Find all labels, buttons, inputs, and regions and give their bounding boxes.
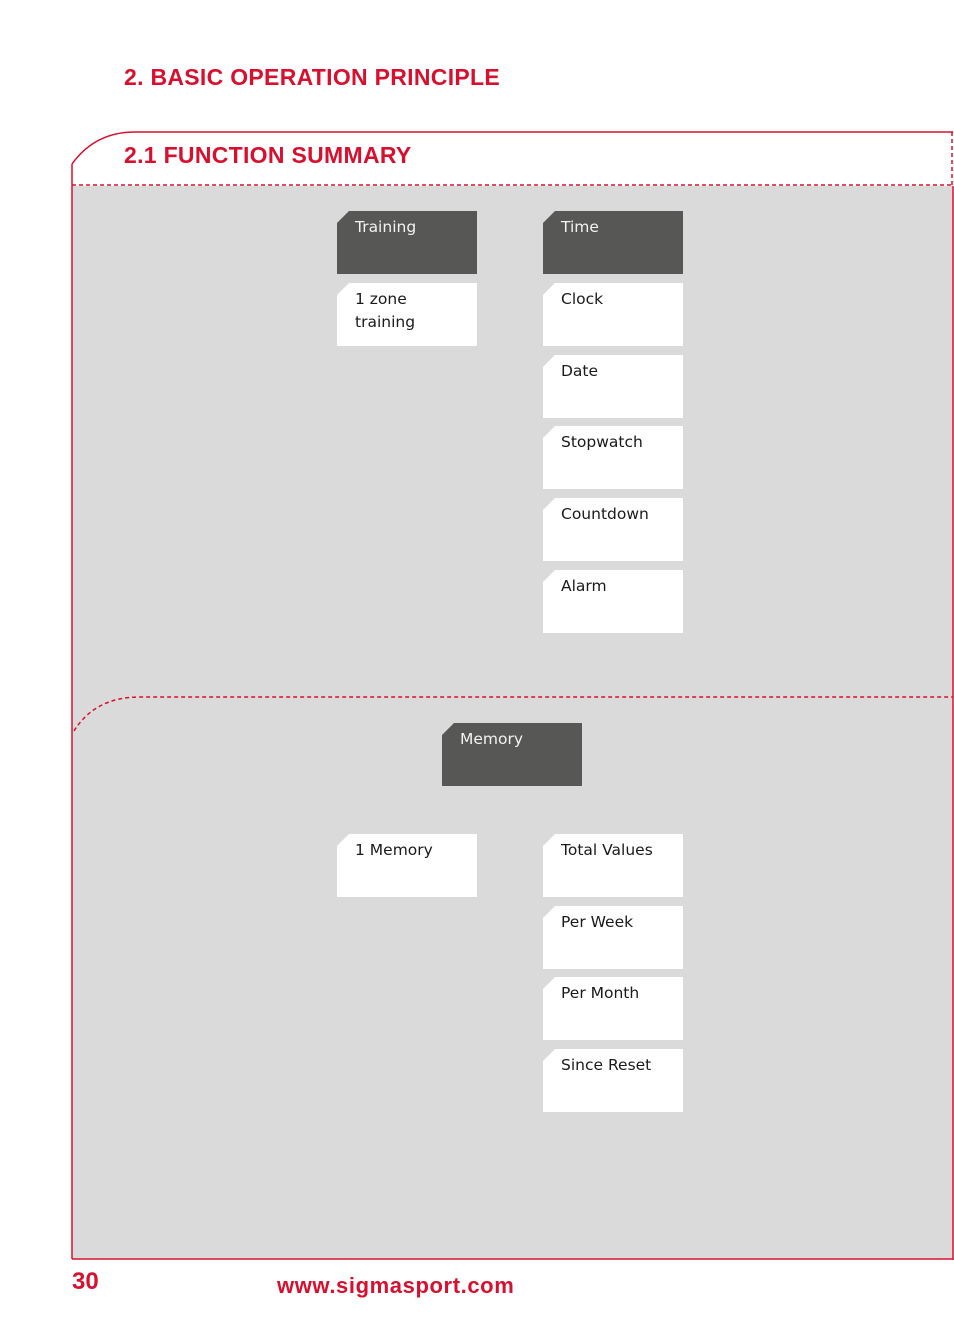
item-box-1-zone-training: 1 zone training [337, 283, 477, 346]
item-box-per-week: Per Week [543, 906, 683, 969]
item-box-date: Date [543, 355, 683, 418]
page-number: 30 [72, 1268, 99, 1295]
item-box-countdown: Countdown [543, 498, 683, 561]
section-title: 2.1 FUNCTION SUMMARY [124, 142, 412, 168]
category-box-training: Training [337, 211, 477, 274]
section-frame [71, 131, 954, 1260]
item-box-clock: Clock [543, 283, 683, 346]
panel-background [72, 186, 953, 1259]
category-box-time: Time [543, 211, 683, 274]
item-box-alarm: Alarm [543, 570, 683, 633]
item-box-total-values: Total Values [543, 834, 683, 897]
category-box-memory: Memory [442, 723, 582, 786]
website-link[interactable]: www.sigmasport.com [277, 1273, 514, 1299]
item-box-per-month: Per Month [543, 977, 683, 1040]
item-box-stopwatch: Stopwatch [543, 426, 683, 489]
item-box-1-memory: 1 Memory [337, 834, 477, 897]
item-box-since-reset: Since Reset [543, 1049, 683, 1112]
